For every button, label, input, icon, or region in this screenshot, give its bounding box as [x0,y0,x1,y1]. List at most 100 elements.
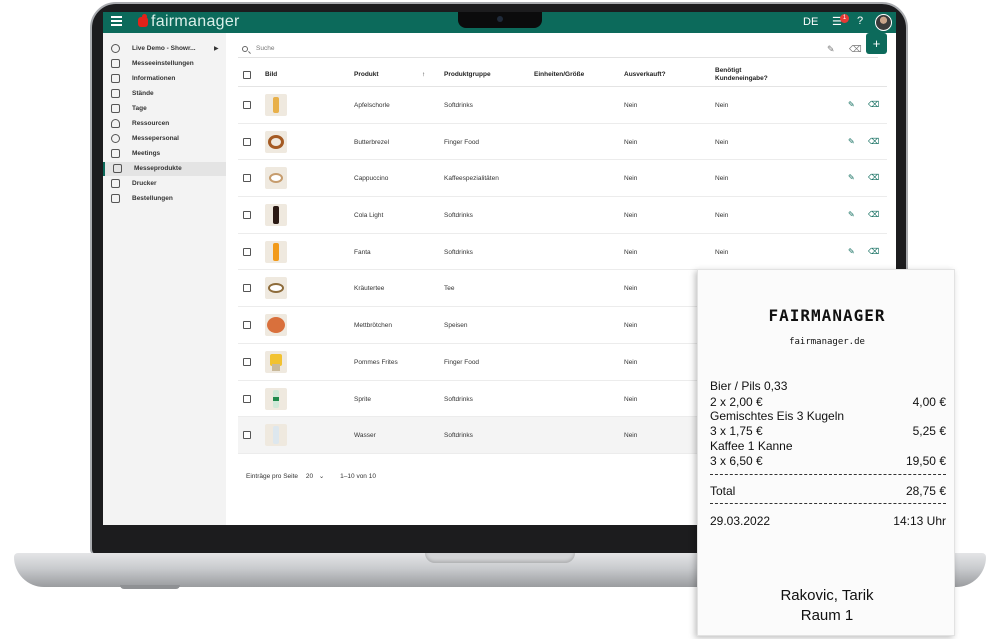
rows-per-page-select[interactable]: 20 [306,473,313,480]
row-checkbox[interactable] [243,357,251,366]
cell-produkt: Cappuccino [354,175,389,183]
cell-produktgruppe: Softdrinks [444,102,473,109]
edit-icon[interactable]: ✎ [848,173,855,182]
sidebar-item-meetings[interactable]: Meetings [103,147,226,161]
sidebar-item-messeprodukte[interactable]: Messeprodukte [103,162,226,176]
row-checkbox[interactable] [243,174,251,183]
cell-produkt: Kräutertee [354,285,385,293]
sidebar-item-back[interactable]: Live Demo - Showr... ▶ [103,42,226,56]
cell-ausverkauft: Nein [624,175,638,183]
person-icon [111,134,120,143]
row-checkbox[interactable] [243,211,251,220]
avatar[interactable] [875,14,892,31]
cell-kundeneingabe: Nein [715,175,729,183]
table-row[interactable]: Butterbrezel Finger Food Nein Nein ✎ ⌫ [238,124,887,161]
menu-icon[interactable] [111,16,122,28]
cell-produkt: Mettbrötchen [354,322,392,330]
sidebar-item-drucker[interactable]: Drucker [103,177,226,191]
sidebar-item-staende[interactable]: Stände [103,87,226,101]
sidebar-item-label: Live Demo - Showr... [132,45,196,52]
row-checkbox[interactable] [243,137,251,146]
column-header-benoetigt[interactable]: Benötigt [715,67,741,74]
column-header-produkt[interactable]: Produkt [354,71,379,78]
sidebar-item-label: Drucker [132,180,157,187]
sort-arrow-up-icon[interactable]: ↑ [422,71,425,78]
column-header-einheiten[interactable]: Einheiten/Größe [534,71,584,78]
delete-icon[interactable]: ⌫ [868,247,879,256]
column-header-ausverkauft[interactable]: Ausverkauft? [624,71,666,78]
column-header-bild: Bild [265,71,278,78]
delete-icon[interactable]: ⌫ [868,210,879,219]
table-header: Bild Produkt ↑ Produktgruppe Einheiten/G… [238,63,887,87]
edit-icon[interactable]: ✎ [848,210,855,219]
cell-produkt: Fanta [354,248,371,256]
sidebar-item-label: Tage [132,105,147,112]
delete-icon[interactable]: ⌫ [868,100,879,109]
expand-arrow-icon[interactable]: ▶ [214,45,219,52]
table-row[interactable]: Cappuccino Kaffeespezialitäten Nein Nein… [238,160,887,198]
edit-icon[interactable]: ✎ [848,137,855,146]
clear-icon[interactable]: ⌫ [849,44,862,55]
laptop-foot-left [120,585,180,589]
receipt-divider [710,503,946,504]
delete-icon[interactable]: ⌫ [868,137,879,146]
sidebar-item-messepersonal[interactable]: Messepersonal [103,132,226,146]
product-image-kraeutertee [265,277,287,300]
product-image-butterbrezel [265,130,287,153]
sidebar-item-tage[interactable]: Tage [103,102,226,116]
orders-icon [111,194,120,203]
row-checkbox[interactable] [243,284,251,293]
sidebar-item-label: Messepersonal [132,135,179,142]
row-checkbox[interactable] [243,101,251,109]
row-checkbox[interactable] [243,394,251,403]
table-row[interactable]: Apfelschorle Softdrinks Nein Nein ✎ ⌫ [238,87,887,124]
sidebar-item-informationen[interactable]: Informationen [103,72,226,86]
app-logo-text: fairmanager [151,13,240,30]
table-row[interactable]: Fanta Softdrinks Nein Nein ✎ ⌫ [238,234,887,271]
cell-kundeneingabe: Nein [715,212,729,220]
cell-ausverkauft: Nein [624,138,638,146]
column-header-kundeneingabe[interactable]: Kundeneingabe? [715,75,768,82]
sidebar-item-label: Meetings [132,150,161,157]
cell-produkt: Pommes Frites [354,358,398,366]
product-image-sprite [265,387,287,410]
row-checkbox[interactable] [243,431,251,440]
product-showcase: fairmanager DE ☰ 1 ? Live Demo - Showr..… [0,0,1000,639]
help-icon[interactable]: ? [857,15,863,27]
receipt-url: fairmanager.de [789,337,865,347]
calendar-icon [111,104,120,113]
row-checkbox[interactable] [243,247,251,256]
search-input[interactable]: Suche [256,45,274,52]
add-product-button[interactable]: + [866,33,887,54]
edit-icon[interactable]: ✎ [848,100,855,109]
info-icon [111,74,120,83]
product-image-cola-light [265,204,287,227]
cell-ausverkauft: Nein [624,285,638,293]
receipt-title: FAIRMANAGER [768,306,886,325]
sidebar-item-ressourcen[interactable]: Ressourcen [103,117,226,131]
cell-produktgruppe: Softdrinks [444,395,473,403]
cell-kundeneingabe: Nein [715,248,729,256]
chevron-down-icon[interactable]: ⌄ [319,473,324,480]
receipt: FAIRMANAGER fairmanager.de Bier / Pils 0… [697,269,955,636]
cell-ausverkauft: Nein [624,212,638,220]
product-image-apfelschorle [265,94,287,116]
row-checkbox[interactable] [243,321,251,330]
column-header-produktgruppe[interactable]: Produktgruppe [444,71,491,78]
cell-kundeneingabe: Nein [715,102,729,109]
delete-icon[interactable]: ⌫ [868,173,879,182]
pagination: Einträge pro Seite 20 ⌄ 1–10 von 10 [246,472,376,480]
meetings-icon [111,149,120,158]
printer-icon [111,179,120,188]
edit-icon[interactable]: ✎ [827,44,835,55]
edit-icon[interactable]: ✎ [848,247,855,256]
table-row[interactable]: Cola Light Softdrinks Nein Nein ✎ ⌫ [238,197,887,234]
search-bar[interactable]: Suche ✎ ⌫ [238,42,878,58]
receipt-room: Raum 1 [800,607,854,624]
cell-ausverkauft: Nein [624,248,638,256]
sidebar-item-bestellungen[interactable]: Bestellungen [103,192,226,206]
sidebar-item-messeeinstellungen[interactable]: Messeeinstellungen [103,57,226,71]
camera-notch [458,12,542,28]
language-switch[interactable]: DE [803,16,818,28]
select-all-checkbox[interactable] [243,71,251,79]
